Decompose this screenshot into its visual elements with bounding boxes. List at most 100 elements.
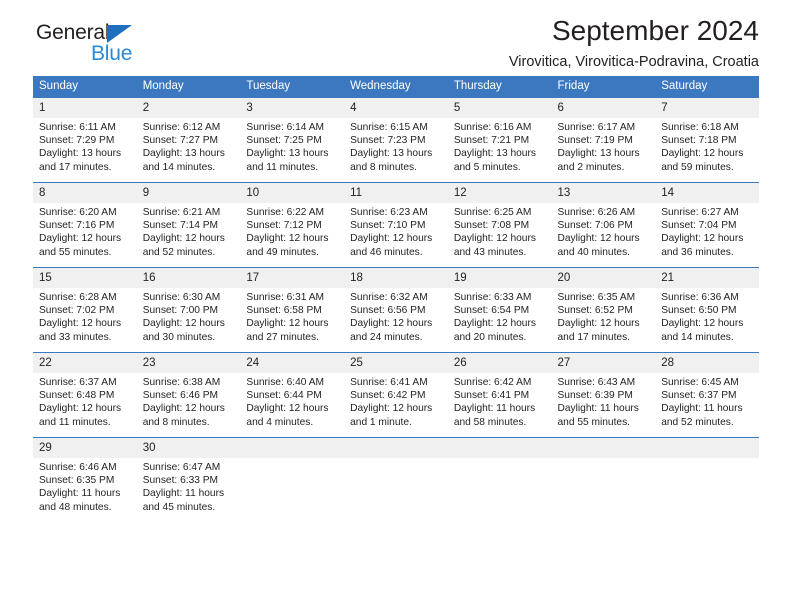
calendar-day-cell[interactable]: 25 Sunrise: 6:41 AM Sunset: 6:42 PM Dayligh… [344, 352, 448, 438]
day-number: 11 [344, 183, 448, 203]
daylight-duration-line1: Daylight: 12 hours [661, 148, 744, 160]
calendar-day-cell[interactable]: 19 Sunrise: 6:33 AM Sunset: 6:54 PM Dayligh… [447, 267, 552, 353]
sunrise-time: Sunrise: 6:18 AM [661, 122, 739, 133]
calendar-day-cell[interactable]: 30 Sunrise: 6:47 AM Sunset: 6:33 PM Dayligh… [136, 437, 241, 522]
calendar-day-cell[interactable]: 2 Sunrise: 6:12 AM Sunset: 7:27 PM Daylight… [136, 97, 241, 183]
daylight-duration-line2: and 4 minutes. [246, 416, 314, 428]
calendar-day-cell[interactable]: 8 Sunrise: 6:20 AM Sunset: 7:16 PM Daylight… [33, 182, 137, 268]
daylight-duration-line1: Daylight: 13 hours [350, 148, 433, 160]
calendar-day-cell[interactable]: 13 Sunrise: 6:26 AM Sunset: 7:06 PM Dayligh… [551, 182, 656, 268]
calendar-day-cell[interactable]: 6 Sunrise: 6:17 AM Sunset: 7:19 PM Daylight… [551, 97, 656, 183]
weekday-header-sunday: Sunday [33, 76, 137, 98]
sunrise-time: Sunrise: 6:33 AM [453, 292, 532, 303]
day-details: Sunrise: 6:27 AM Sunset: 7:04 PM Daylight:… [655, 203, 759, 259]
calendar-day-cell[interactable]: 5 Sunrise: 6:16 AM Sunset: 7:21 PM Daylight… [447, 97, 552, 183]
sunset-time: Sunset: 6:33 PM [142, 475, 219, 487]
calendar-day-cell[interactable]: 26 Sunrise: 6:42 AM Sunset: 6:41 PM Dayligh… [447, 352, 552, 438]
sunset-time: Sunset: 6:46 PM [142, 390, 219, 402]
calendar-empty-cell [655, 437, 759, 522]
sunrise-time: Sunrise: 6:28 AM [39, 292, 117, 303]
daylight-duration-line2: and 59 minutes. [661, 161, 734, 173]
day-number: 22 [33, 353, 137, 373]
page-header: General Blue September 2024 Virovitica, … [33, 0, 759, 72]
calendar-week-row: 29 Sunrise: 6:46 AM Sunset: 6:35 PM Dayligh… [33, 437, 759, 522]
calendar-day-cell[interactable]: 7 Sunrise: 6:18 AM Sunset: 7:18 PM Daylight… [655, 97, 759, 183]
daylight-duration-line2: and 8 minutes. [142, 416, 210, 428]
general-blue-logo[interactable]: General Blue [36, 21, 266, 69]
sunset-time: Sunset: 7:14 PM [142, 220, 219, 232]
sunset-time: Sunset: 7:19 PM [557, 135, 633, 147]
daylight-duration-line2: and 43 minutes. [453, 246, 527, 258]
daylight-duration-line2: and 36 minutes. [661, 246, 734, 258]
calendar-day-cell[interactable]: 12 Sunrise: 6:25 AM Sunset: 7:08 PM Dayligh… [447, 182, 552, 268]
calendar-day-cell[interactable]: 14 Sunrise: 6:27 AM Sunset: 7:04 PM Dayligh… [655, 182, 759, 268]
daylight-duration-line2: and 8 minutes. [350, 161, 417, 173]
sunset-time: Sunset: 7:06 PM [557, 220, 633, 232]
calendar-day-cell[interactable]: 20 Sunrise: 6:35 AM Sunset: 6:52 PM Dayligh… [551, 267, 656, 353]
day-details: Sunrise: 6:40 AM Sunset: 6:44 PM Daylight:… [240, 373, 344, 429]
daylight-duration-line2: and 17 minutes. [557, 331, 631, 343]
day-number [344, 438, 448, 458]
calendar-week-row: 1 Sunrise: 6:11 AM Sunset: 7:29 PM Daylight… [33, 97, 759, 183]
daylight-duration-line1: Daylight: 12 hours [246, 403, 329, 415]
calendar-day-cell[interactable]: 10 Sunrise: 6:22 AM Sunset: 7:12 PM Dayligh… [240, 182, 345, 268]
daylight-duration-line2: and 40 minutes. [557, 246, 631, 258]
calendar-day-cell[interactable]: 3 Sunrise: 6:14 AM Sunset: 7:25 PM Daylight… [240, 97, 345, 183]
day-details: Sunrise: 6:37 AM Sunset: 6:48 PM Daylight:… [33, 373, 137, 429]
calendar-day-cell[interactable]: 29 Sunrise: 6:46 AM Sunset: 6:35 PM Dayligh… [33, 437, 137, 522]
calendar-page: General Blue September 2024 Virovitica, … [0, 0, 792, 612]
daylight-duration-line2: and 1 minute. [350, 416, 412, 428]
calendar-day-cell[interactable]: 28 Sunrise: 6:45 AM Sunset: 6:37 PM Dayligh… [655, 352, 759, 438]
sunset-time: Sunset: 7:00 PM [142, 305, 219, 317]
calendar-day-cell[interactable]: 11 Sunrise: 6:23 AM Sunset: 7:10 PM Dayligh… [344, 182, 448, 268]
page-subtitle: Virovitica, Virovitica-Podravina, Croati… [508, 54, 759, 70]
calendar-week-row: 22 Sunrise: 6:37 AM Sunset: 6:48 PM Dayligh… [33, 352, 759, 438]
daylight-duration-line1: Daylight: 13 hours [246, 148, 329, 160]
daylight-duration-line1: Daylight: 12 hours [142, 403, 225, 415]
daylight-duration-line1: Daylight: 13 hours [557, 148, 640, 160]
day-details: Sunrise: 6:38 AM Sunset: 6:46 PM Daylight:… [137, 373, 241, 429]
calendar-day-cell[interactable]: 9 Sunrise: 6:21 AM Sunset: 7:14 PM Daylight… [136, 182, 241, 268]
calendar-day-cell[interactable]: 4 Sunrise: 6:15 AM Sunset: 7:23 PM Daylight… [344, 97, 448, 183]
calendar-day-cell[interactable]: 21 Sunrise: 6:36 AM Sunset: 6:50 PM Dayligh… [655, 267, 759, 353]
calendar-day-cell[interactable]: 18 Sunrise: 6:32 AM Sunset: 6:56 PM Dayligh… [344, 267, 448, 353]
calendar-day-cell[interactable]: 24 Sunrise: 6:40 AM Sunset: 6:44 PM Dayligh… [240, 352, 345, 438]
daylight-duration-line2: and 14 minutes. [661, 331, 734, 343]
sunset-time: Sunset: 7:10 PM [350, 220, 426, 232]
day-details: Sunrise: 6:16 AM Sunset: 7:21 PM Daylight:… [448, 118, 552, 174]
daylight-duration-line2: and 58 minutes. [453, 416, 527, 428]
calendar-day-cell[interactable]: 27 Sunrise: 6:43 AM Sunset: 6:39 PM Dayligh… [551, 352, 656, 438]
title-block: September 2024 Virovitica, Virovitica-Po… [509, 0, 759, 72]
calendar-week-row: 8 Sunrise: 6:20 AM Sunset: 7:16 PM Daylight… [33, 182, 759, 268]
day-number: 21 [655, 268, 759, 288]
sunset-time: Sunset: 6:41 PM [453, 390, 530, 402]
daylight-duration-line2: and 2 minutes. [557, 161, 625, 173]
day-details: Sunrise: 6:35 AM Sunset: 6:52 PM Daylight:… [552, 288, 656, 344]
daylight-duration-line1: Daylight: 12 hours [661, 318, 744, 330]
sunset-time: Sunset: 6:52 PM [557, 305, 633, 317]
sunset-time: Sunset: 7:04 PM [661, 220, 737, 232]
daylight-duration-line1: Daylight: 12 hours [246, 318, 329, 330]
day-number: 15 [33, 268, 137, 288]
sunset-time: Sunset: 6:37 PM [661, 390, 737, 402]
sunrise-time: Sunrise: 6:17 AM [557, 122, 636, 133]
calendar-day-cell[interactable]: 16 Sunrise: 6:30 AM Sunset: 7:00 PM Dayligh… [136, 267, 241, 353]
sunset-time: Sunset: 6:42 PM [350, 390, 426, 402]
calendar-day-cell[interactable]: 17 Sunrise: 6:31 AM Sunset: 6:58 PM Dayligh… [240, 267, 345, 353]
day-number: 29 [33, 438, 137, 458]
day-details: Sunrise: 6:21 AM Sunset: 7:14 PM Daylight:… [137, 203, 241, 259]
calendar-week-row: 15 Sunrise: 6:28 AM Sunset: 7:02 PM Dayligh… [33, 267, 759, 353]
sunrise-time: Sunrise: 6:46 AM [39, 462, 117, 473]
daylight-duration-line1: Daylight: 11 hours [661, 403, 743, 415]
day-number: 1 [33, 98, 137, 118]
calendar-day-cell[interactable]: 22 Sunrise: 6:37 AM Sunset: 6:48 PM Dayligh… [33, 352, 137, 438]
daylight-duration-line1: Daylight: 12 hours [39, 403, 122, 415]
calendar-day-cell[interactable]: 23 Sunrise: 6:38 AM Sunset: 6:46 PM Dayligh… [136, 352, 241, 438]
calendar-day-cell[interactable]: 15 Sunrise: 6:28 AM Sunset: 7:02 PM Dayligh… [33, 267, 137, 353]
sunrise-time: Sunrise: 6:47 AM [142, 462, 221, 473]
calendar-day-cell[interactable]: 1 Sunrise: 6:11 AM Sunset: 7:29 PM Daylight… [33, 97, 137, 183]
sunrise-time: Sunrise: 6:45 AM [661, 377, 739, 388]
weekday-header-wednesday: Wednesday [344, 76, 448, 98]
sunrise-time: Sunrise: 6:40 AM [246, 377, 324, 388]
day-details: Sunrise: 6:11 AM Sunset: 7:29 PM Daylight:… [33, 118, 137, 174]
